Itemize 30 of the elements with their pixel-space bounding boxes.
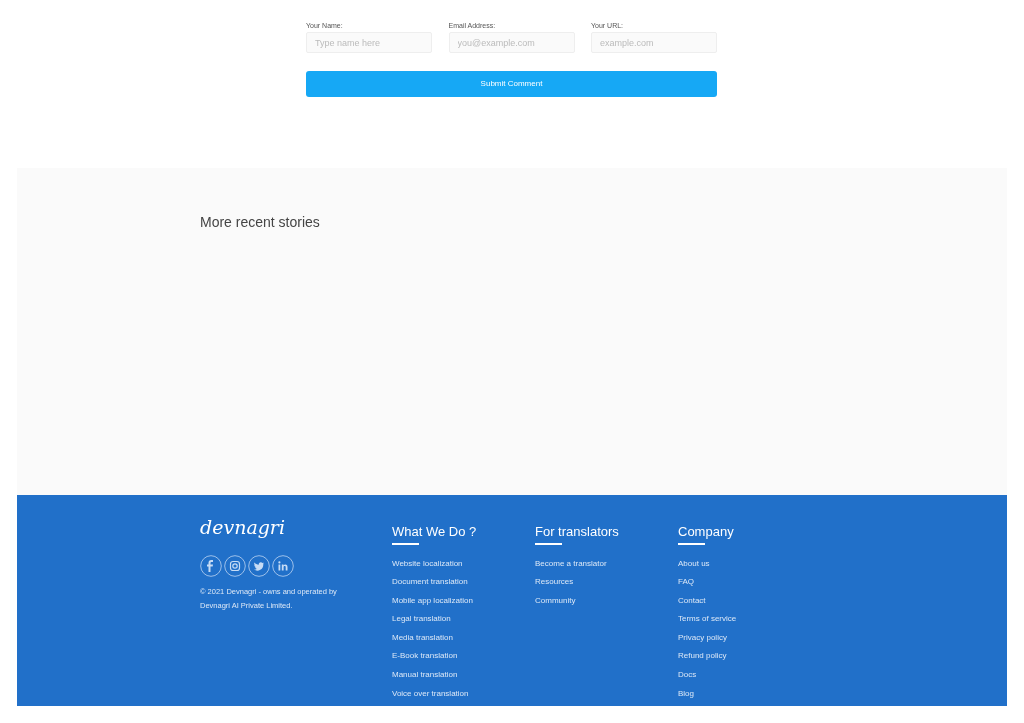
- logo[interactable]: devnagri: [200, 515, 286, 539]
- facebook-icon[interactable]: [200, 555, 222, 577]
- input-field[interactable]: you@example.com: [448, 32, 575, 53]
- footer-link[interactable]: Website localization: [392, 554, 463, 574]
- footer-link[interactable]: Manual translation: [392, 666, 458, 685]
- footer-link[interactable]: E-Book translation: [392, 647, 458, 667]
- footer-link[interactable]: Mobile app localization: [392, 591, 473, 611]
- instagram-icon[interactable]: [224, 555, 246, 577]
- footer-link[interactable]: Resources: [535, 573, 574, 592]
- footer-link[interactable]: Legal translation: [392, 610, 451, 629]
- footer-link[interactable]: About us: [678, 554, 710, 574]
- submit-button[interactable]: Submit Comment: [306, 71, 717, 97]
- section-title: More recent stories: [200, 213, 321, 232]
- column-heading: For translators: [535, 523, 620, 541]
- footer-link[interactable]: Blog: [678, 684, 694, 704]
- twitter-icon[interactable]: [248, 555, 270, 577]
- footer-link[interactable]: Docs: [678, 666, 697, 685]
- footer-link[interactable]: Privacy policy: [678, 628, 727, 648]
- footer-link[interactable]: Terms of service: [678, 610, 737, 629]
- footer-link[interactable]: Become a translator: [535, 554, 607, 574]
- column-heading: Company: [678, 523, 735, 541]
- footer-link[interactable]: Contact: [678, 591, 706, 611]
- footer-link[interactable]: Document translation: [392, 573, 468, 592]
- footer-link[interactable]: Refund policy: [678, 647, 727, 667]
- footer-link[interactable]: Voice over translation: [392, 684, 469, 704]
- footer-link[interactable]: FAQ: [678, 573, 694, 592]
- column-heading: What We Do ?: [392, 523, 478, 541]
- footer-link[interactable]: Community: [535, 591, 576, 611]
- linkedin-icon[interactable]: [272, 555, 294, 577]
- footer-link[interactable]: Media translation: [392, 628, 453, 648]
